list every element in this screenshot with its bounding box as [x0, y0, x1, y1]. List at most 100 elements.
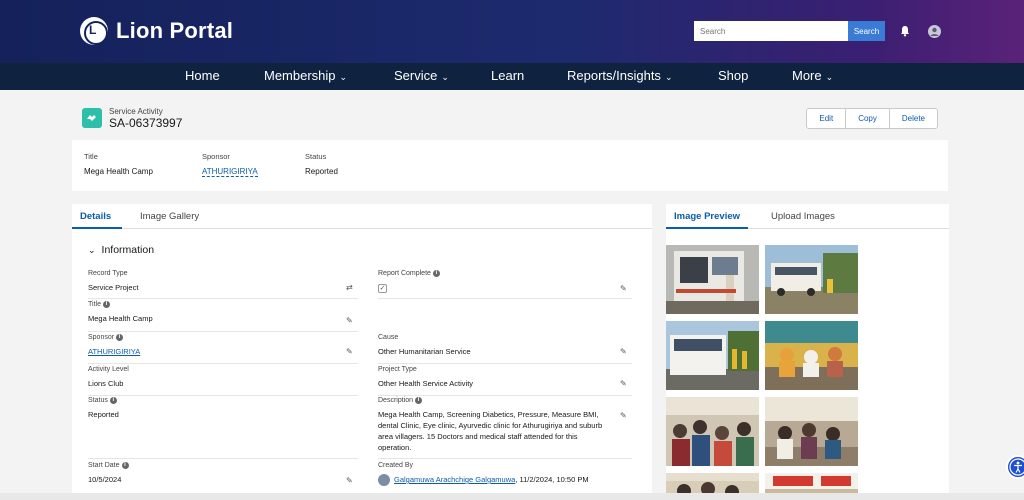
- brand-logo[interactable]: Lion Portal: [80, 17, 233, 45]
- info-icon[interactable]: i: [432, 270, 440, 277]
- field-label: Cause: [378, 334, 399, 341]
- nav-shop[interactable]: Shop: [718, 68, 748, 83]
- created-by-link[interactable]: Galgamuwa Arachchige Galgamuwa: [394, 475, 515, 484]
- nav-service[interactable]: Service ⌄: [394, 68, 449, 83]
- divider: [88, 363, 358, 364]
- field-value: 10/5/2024: [88, 475, 122, 484]
- nav-learn-label: Learn: [491, 68, 525, 83]
- section-title: Information: [101, 244, 155, 256]
- nav-reports[interactable]: Reports/Insights ⌄: [567, 68, 672, 83]
- field-project-type: Project Type Other Health Service Activi…: [378, 366, 632, 396]
- image-panel: Image Preview Upload Images: [666, 204, 949, 500]
- photo-thumbnail[interactable]: [765, 397, 858, 466]
- field-label-text: Sponsor: [88, 334, 115, 341]
- edit-button[interactable]: Edit: [807, 109, 846, 128]
- highlight-sponsor: Sponsor ATHURIGIRIYA: [202, 152, 258, 179]
- chevron-down-icon: ⌄: [441, 72, 449, 82]
- search-bar: Search: [694, 21, 885, 41]
- field-label: Activity Level: [88, 366, 129, 373]
- field-label-text: Report Complete: [378, 270, 431, 277]
- field-label: Start Date i: [88, 462, 358, 469]
- change-record-type-icon[interactable]: ⇄: [346, 284, 354, 292]
- highlight-sponsor-link[interactable]: ATHURIGIRIYA: [202, 167, 258, 177]
- photo-thumbnail[interactable]: [765, 321, 858, 390]
- highlight-sponsor-label: Sponsor: [202, 152, 230, 161]
- field-value: Galgamuwa Arachchige Galgamuwa, 11/2/202…: [378, 474, 632, 487]
- search-input[interactable]: [694, 21, 848, 41]
- bell-icon[interactable]: [899, 25, 911, 37]
- tab-details[interactable]: Details: [80, 211, 111, 222]
- nav-home-label: Home: [185, 68, 220, 83]
- highlight-title-value: Mega Health Camp: [84, 167, 153, 176]
- field-label: Report Complete i: [378, 270, 632, 277]
- photo-thumbnail[interactable]: [765, 245, 858, 314]
- field-value: Mega Health Camp: [88, 314, 153, 323]
- pencil-icon[interactable]: ✎: [346, 317, 354, 325]
- details-panel: Details Image Gallery ⌄ Information Reco…: [72, 204, 652, 500]
- copy-button[interactable]: Copy: [845, 109, 889, 128]
- pencil-icon[interactable]: ✎: [620, 348, 628, 356]
- field-label-text: Status: [88, 397, 108, 404]
- nav-more-label: More: [792, 68, 822, 83]
- field-start-date: Start Date i 10/5/2024 ✎: [88, 462, 358, 490]
- info-icon[interactable]: i: [415, 397, 423, 404]
- user-avatar-icon[interactable]: [928, 25, 941, 38]
- report-complete-checkbox[interactable]: ✓: [378, 284, 387, 293]
- highlight-title: Title Mega Health Camp: [84, 152, 153, 176]
- brand-name: Lion Portal: [116, 18, 234, 43]
- field-label: Sponsor i: [88, 334, 358, 341]
- info-icon[interactable]: i: [121, 462, 129, 469]
- field-sponsor: Sponsor i ATHURIGIRIYA ✎: [88, 334, 358, 364]
- field-value: ✓: [378, 282, 632, 293]
- field-activity-level: Activity Level Lions Club: [88, 366, 358, 396]
- pencil-icon[interactable]: ✎: [346, 477, 354, 485]
- field-label: Title i: [88, 301, 358, 308]
- divider: [378, 298, 632, 299]
- tab-image-gallery[interactable]: Image Gallery: [140, 211, 199, 222]
- tab-image-preview[interactable]: Image Preview: [674, 211, 740, 222]
- chevron-down-icon: ⌄: [664, 72, 673, 82]
- main-nav: Home Membership ⌄ Service ⌄ Learn Reports/…: [0, 63, 1024, 90]
- highlight-status-label: Status: [305, 152, 327, 161]
- field-label: Project Type: [378, 366, 417, 373]
- detail-tabs: Details Image Gallery: [72, 204, 652, 229]
- pencil-icon[interactable]: ✎: [620, 285, 628, 293]
- divider: [88, 298, 358, 299]
- nav-membership[interactable]: Membership ⌄: [264, 68, 347, 83]
- record-actions: Edit Copy Delete: [806, 108, 938, 129]
- nav-learn[interactable]: Learn: [491, 68, 524, 83]
- pencil-icon[interactable]: ✎: [346, 348, 354, 356]
- field-value: Reported: [88, 410, 119, 419]
- tab-upload-images[interactable]: Upload Images: [771, 211, 835, 222]
- pencil-icon[interactable]: ✎: [620, 412, 628, 420]
- information-section-toggle[interactable]: ⌄ Information: [88, 244, 154, 256]
- photo-thumbnail[interactable]: [666, 321, 759, 390]
- field-record-type: Record Type Service Project ⇄: [88, 270, 358, 299]
- nav-home[interactable]: Home: [185, 68, 220, 83]
- highlight-status-value: Reported: [305, 167, 338, 176]
- divider: [378, 458, 632, 459]
- sponsor-link[interactable]: ATHURIGIRIYA: [88, 346, 358, 357]
- search-button[interactable]: Search: [848, 21, 885, 41]
- info-icon[interactable]: i: [109, 397, 117, 404]
- image-tabs: Image Preview Upload Images: [666, 204, 949, 229]
- delete-button[interactable]: Delete: [888, 109, 937, 128]
- divider: [88, 395, 358, 396]
- highlight-title-label: Title: [84, 152, 98, 161]
- pencil-icon[interactable]: ✎: [620, 380, 628, 388]
- accessibility-icon[interactable]: [1006, 455, 1024, 479]
- field-label: Description i: [378, 397, 632, 404]
- divider: [378, 395, 632, 396]
- field-description: Description i Mega Health Camp, Screening…: [378, 397, 632, 459]
- nav-reports-label: Reports/Insights: [567, 68, 661, 83]
- highlight-status: Status Reported: [305, 152, 338, 176]
- field-value: Mega Health Camp, Screening Diabetics, P…: [378, 410, 603, 452]
- photo-thumbnail[interactable]: [666, 245, 759, 314]
- info-icon[interactable]: i: [116, 334, 124, 341]
- info-icon[interactable]: i: [102, 301, 110, 308]
- divider: [88, 331, 358, 332]
- divider: [88, 458, 358, 459]
- field-value: Lions Club: [88, 379, 124, 388]
- photo-thumbnail[interactable]: [666, 397, 759, 466]
- nav-more[interactable]: More ⌄: [792, 68, 833, 83]
